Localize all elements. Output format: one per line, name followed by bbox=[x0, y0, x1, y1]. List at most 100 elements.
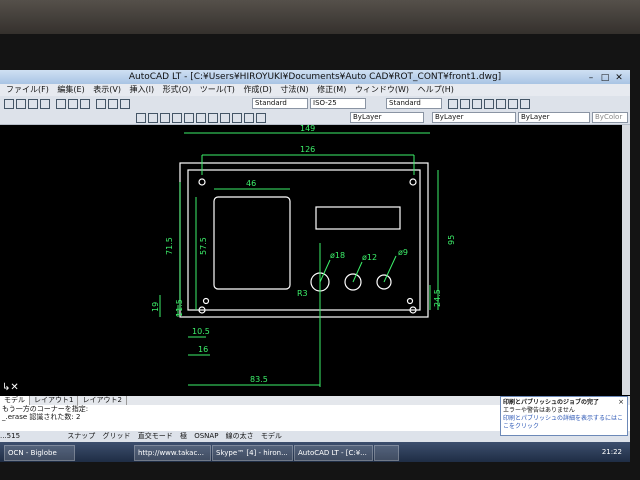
close-icon[interactable]: ✕ bbox=[612, 71, 626, 85]
dim-radius-icon[interactable] bbox=[472, 99, 482, 109]
dim-linear-icon[interactable] bbox=[448, 99, 458, 109]
title-bar: AutoCAD LT - [C:¥Users¥HIROYUKI¥Document… bbox=[0, 70, 630, 84]
vertical-scrollbar[interactable] bbox=[622, 125, 630, 395]
mount-hole-tl bbox=[198, 178, 206, 186]
dim-text-46: 46 bbox=[246, 179, 256, 188]
dim-diameter-icon[interactable] bbox=[484, 99, 494, 109]
menu-dimension[interactable]: 寸法(N) bbox=[280, 85, 308, 94]
dim-text-19: 19 bbox=[151, 302, 160, 312]
lcd-window bbox=[315, 206, 401, 230]
dim-text-57-5: 57.5 bbox=[199, 237, 208, 255]
dim-text-83-5: 83.5 bbox=[250, 375, 268, 384]
display-cutout bbox=[213, 196, 291, 290]
notification-link[interactable]: 印刷とパブリッシュの詳細を表示するにはここをクリック bbox=[503, 415, 625, 431]
hatch-icon[interactable] bbox=[244, 113, 254, 123]
window-controls: – □ ✕ bbox=[584, 71, 626, 85]
properties-icon[interactable] bbox=[120, 99, 130, 109]
lineweight-toggle[interactable]: 線の太さ bbox=[226, 432, 254, 440]
tab-layout1[interactable]: レイアウト1 bbox=[30, 396, 79, 405]
taskbar: OCN - Biglobe http://www.takac... Skype™… bbox=[0, 442, 630, 462]
dim-text-dia12: ø12 bbox=[362, 253, 377, 262]
notification-balloon[interactable]: 印刷とパブリッシュのジョブの完了 エラーや警告はありません 印刷とパブリッシュの… bbox=[500, 396, 628, 436]
maximize-icon[interactable]: □ bbox=[598, 71, 612, 85]
polygon-icon[interactable] bbox=[160, 113, 170, 123]
taskbar-item-autocad[interactable]: AutoCAD LT - [C:¥... bbox=[294, 445, 373, 461]
undo-icon[interactable] bbox=[80, 99, 90, 109]
menu-draw[interactable]: 作成(D) bbox=[243, 85, 271, 94]
grid-toggle[interactable]: グリッド bbox=[103, 432, 131, 440]
minimize-icon[interactable]: – bbox=[584, 71, 598, 85]
coordinate-readout: ...515 bbox=[0, 432, 21, 440]
dim-text-dia18: ø18 bbox=[330, 251, 345, 260]
linetype-combo[interactable]: ByLayer bbox=[432, 112, 516, 123]
text-icon[interactable] bbox=[256, 113, 266, 123]
dim-text-24-5: 24.5 bbox=[433, 289, 442, 307]
dim-baseline-icon[interactable] bbox=[508, 99, 518, 109]
ortho-toggle[interactable]: 直交モード bbox=[138, 432, 173, 440]
menu-window[interactable]: ウィンドウ(W) bbox=[355, 85, 409, 94]
menu-format[interactable]: 形式(O) bbox=[163, 85, 192, 94]
dim-text-95: 95 bbox=[447, 235, 456, 245]
clock: 21:22 bbox=[601, 448, 622, 456]
close-icon[interactable]: × bbox=[618, 398, 624, 406]
table-style-combo[interactable]: Standard bbox=[386, 98, 442, 109]
standard-toolbar: Standard ISO-25 Standard bbox=[0, 96, 630, 111]
notification-title: 印刷とパブリッシュのジョブの完了 bbox=[503, 399, 600, 406]
taskbar-item-skype[interactable]: Skype™ [4] - hiron... bbox=[212, 445, 293, 461]
menu-file[interactable]: ファイル(F) bbox=[6, 85, 49, 94]
tab-model[interactable]: モデル bbox=[0, 396, 30, 405]
tab-layout2[interactable]: レイアウト2 bbox=[78, 396, 127, 405]
menu-bar: ファイル(F) 編集(E) 表示(V) 挿入(I) 形式(O) ツール(T) 作… bbox=[0, 84, 630, 96]
circle-icon[interactable] bbox=[196, 113, 206, 123]
copy-icon[interactable] bbox=[68, 99, 78, 109]
dim-text-11-5: 11.5 bbox=[175, 299, 184, 317]
snap-toggle[interactable]: スナップ bbox=[67, 432, 95, 440]
dim-continue-icon[interactable] bbox=[520, 99, 530, 109]
dim-text-126: 126 bbox=[300, 145, 315, 154]
open-icon[interactable] bbox=[16, 99, 26, 109]
menu-view[interactable]: 表示(V) bbox=[93, 85, 121, 94]
polyline-icon[interactable] bbox=[148, 113, 158, 123]
insert-block-icon[interactable] bbox=[232, 113, 242, 123]
mount-hole-bl2 bbox=[202, 297, 210, 305]
dim-text-149: 149 bbox=[300, 125, 315, 133]
window-title: AutoCAD LT - [C:¥Users¥HIROYUKI¥Document… bbox=[128, 72, 502, 82]
dim-text-71-5: 71.5 bbox=[165, 237, 174, 255]
taskbar-item-browser[interactable]: http://www.takac... bbox=[134, 445, 211, 461]
plotstyle-combo[interactable]: ByColor bbox=[592, 112, 628, 123]
mount-hole-br2 bbox=[406, 297, 414, 305]
spline-icon[interactable] bbox=[208, 113, 218, 123]
taskbar-item-extra[interactable] bbox=[374, 445, 399, 461]
menu-help[interactable]: ヘルプ(H) bbox=[418, 85, 454, 94]
cut-icon[interactable] bbox=[56, 99, 66, 109]
print-icon[interactable] bbox=[40, 99, 50, 109]
lineweight-combo[interactable]: ByLayer bbox=[518, 112, 590, 123]
menu-insert[interactable]: 挿入(I) bbox=[130, 85, 155, 94]
save-icon[interactable] bbox=[28, 99, 38, 109]
menu-modify[interactable]: 修正(M) bbox=[317, 85, 346, 94]
dim-text-r3: R3 bbox=[297, 289, 308, 298]
menu-tools[interactable]: ツール(T) bbox=[200, 85, 235, 94]
ellipse-icon[interactable] bbox=[220, 113, 230, 123]
drawing-canvas[interactable]: 149 126 46 71.5 57.5 95 19 11.5 10.5 16 … bbox=[0, 125, 622, 395]
dim-angular-icon[interactable] bbox=[496, 99, 506, 109]
pan-icon[interactable] bbox=[96, 99, 106, 109]
dim-aligned-icon[interactable] bbox=[460, 99, 470, 109]
color-combo[interactable]: ByLayer bbox=[350, 112, 424, 123]
line-icon[interactable] bbox=[136, 113, 146, 123]
arc-icon[interactable] bbox=[184, 113, 194, 123]
text-style-combo[interactable]: Standard bbox=[252, 98, 308, 109]
model-toggle[interactable]: モデル bbox=[261, 432, 282, 440]
ucs-icon: ↳✕ bbox=[2, 382, 19, 393]
rectangle-icon[interactable] bbox=[172, 113, 182, 123]
polar-toggle[interactable]: 極 bbox=[180, 432, 187, 440]
taskbar-item-ocn[interactable]: OCN - Biglobe bbox=[4, 445, 75, 461]
new-icon[interactable] bbox=[4, 99, 14, 109]
dim-text-10-5: 10.5 bbox=[192, 327, 210, 336]
osnap-toggle[interactable]: OSNAP bbox=[194, 432, 218, 440]
zoom-icon[interactable] bbox=[108, 99, 118, 109]
notification-text: エラーや警告はありません bbox=[503, 407, 575, 414]
autocad-screen: AutoCAD LT - [C:¥Users¥HIROYUKI¥Document… bbox=[0, 70, 630, 462]
menu-edit[interactable]: 編集(E) bbox=[57, 85, 84, 94]
dim-style-combo[interactable]: ISO-25 bbox=[310, 98, 366, 109]
